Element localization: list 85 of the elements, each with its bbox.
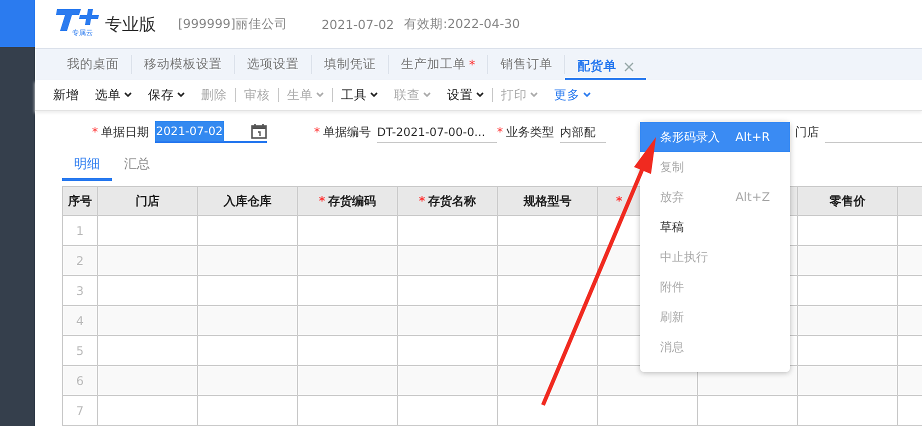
row-number: 6 (76, 374, 84, 388)
toolbar-button[interactable]: 设置 (439, 88, 493, 102)
input-field[interactable]: 内部配 (560, 122, 606, 142)
toolbar-button[interactable]: 选单 (87, 86, 140, 104)
table-cell[interactable] (98, 366, 198, 396)
company-name: [999999]丽佳公司 (178, 16, 288, 32)
table-cell[interactable] (498, 396, 598, 426)
calendar-icon[interactable] (251, 123, 267, 139)
caret-icon (370, 92, 378, 98)
login-date: 2021-07-02 (321, 16, 394, 32)
caret-icon (316, 92, 324, 98)
validity-date: 有效期:2022-04-30 (404, 16, 520, 32)
table-cell[interactable] (98, 306, 198, 336)
table-cell[interactable] (98, 246, 198, 276)
table-cell[interactable] (198, 366, 298, 396)
toolbar-button[interactable]: 工具 (333, 86, 386, 104)
table-cell[interactable] (198, 396, 298, 426)
page-tab[interactable]: 填制凭证 (312, 55, 389, 74)
table-cell[interactable] (198, 306, 298, 336)
table-cell[interactable] (398, 396, 498, 426)
caret-icon (124, 92, 132, 98)
detail-tab[interactable]: 明细 (62, 153, 112, 181)
row-number: 5 (76, 344, 84, 358)
toolbar-button[interactable]: 更多 (546, 86, 599, 104)
row-number: 7 (76, 404, 84, 418)
toolbar-button[interactable]: 保存 (140, 86, 193, 104)
table-cell[interactable] (398, 246, 498, 276)
table-cell[interactable] (498, 366, 598, 396)
page-tab[interactable]: 配货单 (565, 55, 646, 80)
required-mark: * (314, 125, 320, 139)
field-label: 单据日期 (101, 124, 149, 140)
table-cell[interactable] (798, 306, 898, 336)
column-header: 门店 (136, 192, 160, 210)
table-cell[interactable] (298, 306, 398, 336)
page-tab[interactable]: 销售订单 (488, 55, 566, 74)
required-mark: * (92, 125, 98, 139)
menu-item[interactable]: 草稿 (640, 212, 790, 242)
required-mark: * (497, 125, 503, 139)
field-label: 业务类型 (506, 124, 554, 140)
table-cell[interactable] (498, 246, 598, 276)
column-header: 规格型号 (524, 192, 572, 210)
row-number: 1 (76, 224, 84, 238)
row-number: 3 (76, 284, 84, 298)
required-mark: * (318, 194, 326, 208)
table-cell[interactable] (598, 396, 698, 426)
close-icon[interactable] (624, 62, 634, 72)
detail-tab[interactable]: 汇总 (112, 153, 162, 181)
input-field[interactable]: DT-2021-07-00-0... (377, 122, 497, 142)
table-cell[interactable] (298, 366, 398, 396)
required-mark: * (418, 194, 426, 208)
row-number: 4 (76, 314, 84, 328)
table-cell[interactable] (98, 396, 198, 426)
column-header: 存货编码 (328, 192, 376, 210)
field-label: 门店 (795, 124, 819, 140)
caret-icon (530, 92, 538, 98)
page-tab[interactable]: 我的桌面 (55, 55, 132, 74)
table-cell[interactable] (298, 396, 398, 426)
page-tab[interactable]: 选项设置 (235, 55, 312, 74)
table-cell[interactable] (498, 306, 598, 336)
caret-icon (177, 92, 185, 98)
caret-icon (583, 92, 591, 98)
table-cell[interactable] (698, 396, 798, 426)
column-header: 零售价 (830, 192, 866, 210)
column-header: 存货名称 (428, 192, 476, 210)
table-cell[interactable] (798, 246, 898, 276)
edition-title: 专业版 (105, 14, 156, 36)
table-cell[interactable] (798, 366, 898, 396)
table-cell[interactable] (398, 366, 498, 396)
caret-icon (476, 92, 484, 98)
page-tab[interactable]: 生产加工单 * (389, 55, 488, 74)
table-cell[interactable] (798, 396, 898, 426)
page-tab[interactable]: 移动模板设置 (132, 55, 235, 74)
toolbar-button[interactable]: 新增 (45, 86, 87, 104)
sidebar-header (0, 0, 35, 47)
column-header: 入库仓库 (224, 192, 272, 210)
table-cell[interactable] (298, 246, 398, 276)
field-label: 单据编号 (323, 124, 371, 140)
column-header: 序号 (68, 192, 92, 210)
caret-icon (423, 92, 431, 98)
row-number: 2 (76, 254, 84, 268)
modified-mark: * (469, 57, 476, 72)
required-mark: * (616, 194, 622, 208)
menu-item[interactable]: 条形码录入 Alt+R (640, 122, 790, 152)
table-cell[interactable] (198, 246, 298, 276)
table-cell[interactable] (398, 306, 498, 336)
